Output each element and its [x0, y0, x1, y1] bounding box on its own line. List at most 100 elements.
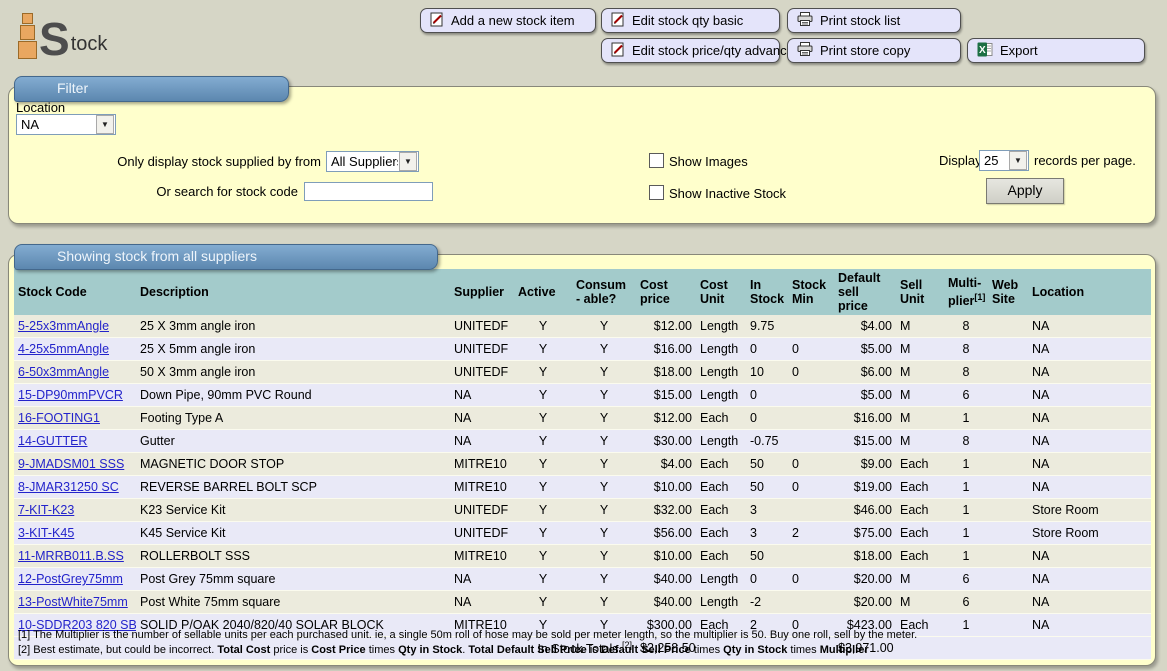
cell-consumable: Y [572, 430, 636, 453]
stock-code-link[interactable]: 4-25x5mmAngle [18, 342, 109, 356]
cell-web_site [988, 545, 1028, 568]
cell-cost_unit: Each [696, 407, 746, 430]
stock-code-link[interactable]: 7-KIT-K23 [18, 503, 74, 517]
footnote-1: [1] The Multiplier is the number of sell… [18, 628, 917, 643]
supplier-select[interactable]: All Suppliers ▼ [326, 151, 419, 172]
records-per-page-label: records per page. [1034, 153, 1136, 168]
show-images-label: Show Images [669, 154, 748, 169]
cell-stock_code: 9-JMADSM01 SSS [14, 453, 136, 476]
button-label: Edit stock qty basic [632, 13, 743, 28]
cell-consumable: Y [572, 522, 636, 545]
location-select[interactable]: NA ▼ [16, 114, 116, 135]
cell-stock_code: 13-PostWhite75mm [14, 591, 136, 614]
logo-squares-icon [18, 12, 37, 59]
cell-default_sell_price: $15.00 [834, 430, 896, 453]
stock-code-search-input[interactable] [304, 182, 433, 201]
cell-consumable: Y [572, 499, 636, 522]
cell-in_stock: 0 [746, 384, 788, 407]
print-store-copy-button[interactable]: Print store copy [787, 38, 961, 63]
stock-code-link[interactable]: 8-JMAR31250 SC [18, 480, 119, 494]
stock-code-link[interactable]: 15-DP90mmPVCR [18, 388, 123, 402]
cell-sell_unit: M [896, 384, 944, 407]
cell-location: NA [1028, 591, 1151, 614]
add-stock-item-button[interactable]: Add a new stock item [420, 8, 596, 33]
cell-stock_code: 11-MRRB011.B.SS [14, 545, 136, 568]
stock-code-link[interactable]: 3-KIT-K45 [18, 526, 74, 540]
cell-default_sell_price: $20.00 [834, 591, 896, 614]
cell-location: NA [1028, 361, 1151, 384]
cell-supplier: NA [450, 430, 514, 453]
location-select-value: NA [17, 117, 95, 132]
cell-supplier: UNITEDF [450, 522, 514, 545]
stock-code-link[interactable]: 6-50x3mmAngle [18, 365, 109, 379]
button-label: Print stock list [820, 13, 900, 28]
cell-sell_unit: Each [896, 522, 944, 545]
records-per-page-select[interactable]: 25 ▼ [979, 150, 1029, 171]
column-header-supplier: Supplier [450, 269, 514, 315]
apply-button[interactable]: Apply [986, 178, 1064, 204]
column-header-stock_code: Stock Code [14, 269, 136, 315]
cell-cost_unit: Each [696, 476, 746, 499]
table-row: 7-KIT-K23K23 Service KitUNITEDFYY$32.00E… [14, 499, 1151, 522]
cell-cost_price: $56.00 [636, 522, 696, 545]
cell-cost_price: $10.00 [636, 476, 696, 499]
export-button[interactable]: X Export [967, 38, 1145, 63]
table-row: 15-DP90mmPVCRDown Pipe, 90mm PVC RoundNA… [14, 384, 1151, 407]
stock-code-link[interactable]: 14-GUTTER [18, 434, 87, 448]
stock-code-link[interactable]: 5-25x3mmAngle [18, 319, 109, 333]
cell-sell_unit: M [896, 568, 944, 591]
show-images-checkbox[interactable] [649, 153, 664, 168]
cell-multiplier: 8 [944, 338, 988, 361]
cell-default_sell_price: $6.00 [834, 361, 896, 384]
cell-cost_price: $40.00 [636, 568, 696, 591]
cell-active: Y [514, 453, 572, 476]
stock-code-link[interactable]: 16-FOOTING1 [18, 411, 100, 425]
cell-stock_min [788, 545, 834, 568]
cell-location: NA [1028, 545, 1151, 568]
cell-cost_price: $32.00 [636, 499, 696, 522]
cell-stock_min [788, 315, 834, 338]
cell-consumable: Y [572, 384, 636, 407]
show-inactive-stock-checkbox[interactable] [649, 185, 664, 200]
stock-code-link[interactable]: 12-PostGrey75mm [18, 572, 123, 586]
button-label: Print store copy [820, 43, 910, 58]
filter-tab[interactable]: Filter [14, 76, 289, 102]
cell-description: MAGNETIC DOOR STOP [136, 453, 450, 476]
cell-active: Y [514, 545, 572, 568]
stock-table: Stock CodeDescriptionSupplierActiveConsu… [14, 269, 1151, 660]
cell-description: Gutter [136, 430, 450, 453]
cell-supplier: UNITEDF [450, 315, 514, 338]
cell-active: Y [514, 568, 572, 591]
print-icon [797, 42, 813, 59]
cell-cost_unit: Length [696, 568, 746, 591]
cell-web_site [988, 591, 1028, 614]
logo-text: tock [71, 33, 108, 59]
cell-web_site [988, 568, 1028, 591]
cell-multiplier: 8 [944, 430, 988, 453]
cell-cost_unit: Length [696, 384, 746, 407]
cell-active: Y [514, 407, 572, 430]
cell-supplier: MITRE10 [450, 453, 514, 476]
cell-in_stock: 0 [746, 407, 788, 430]
cell-description: K45 Service Kit [136, 522, 450, 545]
chevron-down-icon: ▼ [1009, 151, 1027, 170]
cell-location: NA [1028, 453, 1151, 476]
stock-code-link[interactable]: 9-JMADSM01 SSS [18, 457, 124, 471]
button-label: Add a new stock item [451, 13, 575, 28]
cell-description: 50 X 3mm angle iron [136, 361, 450, 384]
cell-cost_unit: Length [696, 315, 746, 338]
edit-stock-qty-basic-button[interactable]: Edit stock qty basic [601, 8, 780, 33]
filter-panel: Location NA ▼ Only display stock supplie… [8, 86, 1156, 224]
print-stock-list-button[interactable]: Print stock list [787, 8, 961, 33]
cell-stock_min: 0 [788, 453, 834, 476]
cell-default_sell_price: $46.00 [834, 499, 896, 522]
cell-in_stock: 50 [746, 476, 788, 499]
cell-supplier: NA [450, 384, 514, 407]
cell-stock_min [788, 591, 834, 614]
cell-cost_price: $12.00 [636, 315, 696, 338]
stock-list-tab[interactable]: Showing stock from all suppliers [14, 244, 438, 270]
table-row: 13-PostWhite75mmPost White 75mm squareNA… [14, 591, 1151, 614]
edit-stock-price-qty-advanced-button[interactable]: Edit stock price/qty advanced [601, 38, 780, 63]
stock-code-link[interactable]: 13-PostWhite75mm [18, 595, 128, 609]
stock-code-link[interactable]: 11-MRRB011.B.SS [18, 549, 124, 563]
